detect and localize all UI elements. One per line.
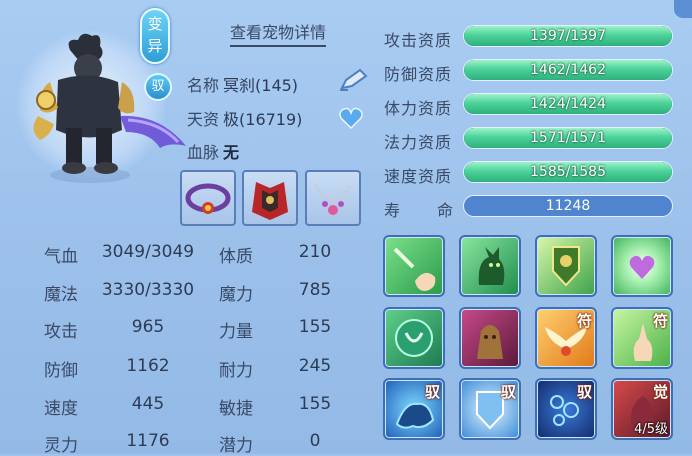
name-label: 名称 — [187, 76, 220, 95]
bloodline-label: 血脉 — [187, 143, 220, 162]
skill-slot-12[interactable]: 觉 4/5级 — [611, 378, 673, 440]
badge-char-2: 异 — [147, 37, 163, 55]
aptitude-bar: 1424/1424 — [463, 93, 673, 115]
attr-label: 耐力 — [219, 361, 253, 381]
aptitude-value: 1571/1571 — [530, 130, 606, 146]
aptitude-label: 法力资质 — [384, 133, 453, 152]
aptitude-value: 1462/1462 — [530, 62, 606, 78]
attr-value: 155 — [298, 394, 332, 414]
close-icon[interactable] — [674, 0, 692, 18]
pet-name-row: 名称 冥刹(145) — [187, 72, 298, 96]
bloodline-value: 无 — [223, 143, 240, 162]
skill-slot-4[interactable] — [611, 235, 673, 297]
skill-slot-7[interactable]: 符 — [535, 307, 597, 369]
skill-slot-5[interactable] — [383, 307, 445, 369]
stat-value: 445 — [131, 394, 165, 414]
mutation-badge: 变 异 — [140, 8, 170, 64]
awaken-level: 4/5级 — [634, 422, 668, 437]
view-pet-details-link[interactable]: 查看宠物详情 — [230, 22, 327, 47]
stat-label: 攻击 — [44, 322, 78, 342]
aptitude-bar: 1585/1585 — [463, 161, 673, 183]
yu-tag-1: 驭 — [424, 383, 440, 401]
heart-icon[interactable] — [338, 106, 364, 130]
skill-slot-3[interactable] — [535, 235, 597, 297]
skill-slot-6[interactable] — [459, 307, 521, 369]
life-label-a: 寿 — [384, 201, 402, 220]
equip-slot-2[interactable] — [242, 170, 298, 226]
attr-label: 潜力 — [219, 436, 253, 456]
aptitude-label: 体力资质 — [384, 99, 453, 118]
stat-value: 965 — [131, 317, 165, 337]
armor-icon — [252, 182, 288, 220]
stat-label: 灵力 — [44, 436, 78, 456]
yu-tag-2: 驭 — [500, 383, 516, 401]
pet-bloodline-row: 血脉无 — [187, 139, 239, 163]
stat-value: 1162 — [126, 356, 170, 376]
attr-value: 0 — [309, 431, 321, 451]
edit-icon[interactable] — [338, 68, 368, 92]
attr-label: 敏捷 — [219, 399, 253, 419]
yu-tag-3: 驭 — [576, 383, 592, 401]
aptitude-bar: 1571/1571 — [463, 127, 673, 149]
attr-label: 体质 — [219, 247, 253, 267]
attr-value: 155 — [298, 317, 332, 337]
aptitude-value: 1585/1585 — [530, 164, 606, 180]
aptitude-label: 攻击资质 — [384, 31, 453, 50]
shield-skill-icon — [395, 319, 433, 357]
life-label-b: 命 — [437, 201, 455, 220]
aptitude-value: 1424/1424 — [530, 96, 606, 112]
jue-tag: 觉 — [652, 383, 668, 401]
equip-slot-1[interactable] — [180, 170, 236, 226]
stat-label: 气血 — [44, 247, 78, 267]
aptitude-bar: 1397/1397 — [463, 25, 673, 47]
attr-value: 210 — [298, 242, 332, 262]
aptitude-label: 防御资质 — [384, 65, 453, 84]
heart-skill-icon — [629, 255, 655, 279]
talent-value: 极(16719) — [223, 110, 303, 129]
fu-tag: 符 — [576, 312, 592, 330]
collar-icon — [185, 183, 231, 214]
pet-talent-row: 天资 极(16719) — [187, 106, 302, 130]
stat-value: 3330/3330 — [101, 280, 195, 300]
hand-skill-icon — [393, 247, 436, 291]
attr-label: 魔力 — [219, 285, 253, 305]
skill-slot-11[interactable]: 驭 — [535, 378, 597, 440]
stat-value: 1176 — [126, 431, 170, 451]
life-bar: 11248 — [463, 195, 673, 217]
aptitude-value: 1397/1397 — [530, 28, 606, 44]
life-label: 寿命 — [384, 197, 456, 221]
pet-panel: 变 异 驭 查看宠物详情 名称冥刹(145) 天资极(16719) 血脉无 — [0, 0, 692, 456]
equip-slot-3[interactable] — [305, 170, 361, 226]
skill-slot-10[interactable]: 驭 — [459, 378, 521, 440]
aptitude-label: 速度资质 — [384, 167, 453, 186]
stat-label: 速度 — [44, 399, 78, 419]
necklace-icon — [313, 183, 353, 215]
stat-label: 防御 — [44, 361, 78, 381]
stat-label: 魔法 — [44, 285, 78, 305]
cat-skill-icon — [478, 247, 505, 285]
talent-label: 天资 — [187, 110, 220, 129]
aptitude-bar: 1462/1462 — [463, 59, 673, 81]
stat-value: 3049/3049 — [101, 242, 195, 262]
badge-char-1: 变 — [147, 15, 163, 33]
skill-slot-1[interactable] — [383, 235, 445, 297]
skill-slot-8[interactable]: 符 — [611, 307, 673, 369]
totem-skill-icon — [477, 325, 503, 359]
shield-emblem-icon — [552, 246, 580, 287]
control-badge: 驭 — [144, 73, 172, 101]
skill-slot-2[interactable] — [459, 235, 521, 297]
fu-tag-2: 符 — [652, 312, 668, 330]
attr-label: 力量 — [219, 322, 253, 342]
attr-value: 785 — [298, 280, 332, 300]
attr-value: 245 — [298, 356, 332, 376]
name-value: 冥刹(145) — [223, 76, 299, 95]
skill-slot-9[interactable]: 驭 — [383, 378, 445, 440]
